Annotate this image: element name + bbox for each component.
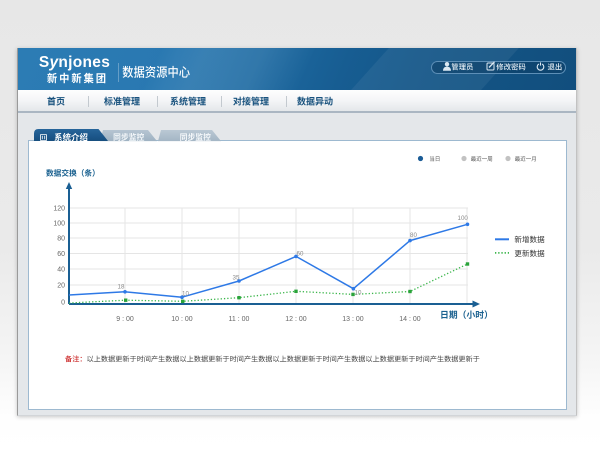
- svg-text:100: 100: [458, 215, 469, 222]
- svg-text:80: 80: [410, 232, 417, 239]
- svg-text:60: 60: [297, 251, 304, 258]
- svg-text:40: 40: [57, 266, 65, 273]
- svg-text:20: 20: [57, 282, 65, 289]
- svg-text:0: 0: [61, 300, 65, 307]
- svg-text:12 : 00: 12 : 00: [285, 316, 307, 323]
- svg-text:14 : 00: 14 : 00: [399, 316, 421, 323]
- svg-text:80: 80: [57, 235, 65, 242]
- svg-text:10: 10: [182, 290, 189, 297]
- svg-text:60: 60: [57, 251, 65, 258]
- svg-text:10 : 00: 10 : 00: [171, 316, 193, 323]
- svg-text:35: 35: [233, 274, 240, 281]
- svg-text:10: 10: [355, 290, 362, 297]
- svg-text:13 : 00: 13 : 00: [342, 316, 364, 323]
- svg-text:11 : 00: 11 : 00: [229, 316, 250, 323]
- svg-text:9 : 00: 9 : 00: [116, 316, 134, 323]
- svg-text:100: 100: [53, 220, 65, 227]
- svg-text:18: 18: [118, 283, 125, 290]
- svg-text:120: 120: [53, 205, 65, 212]
